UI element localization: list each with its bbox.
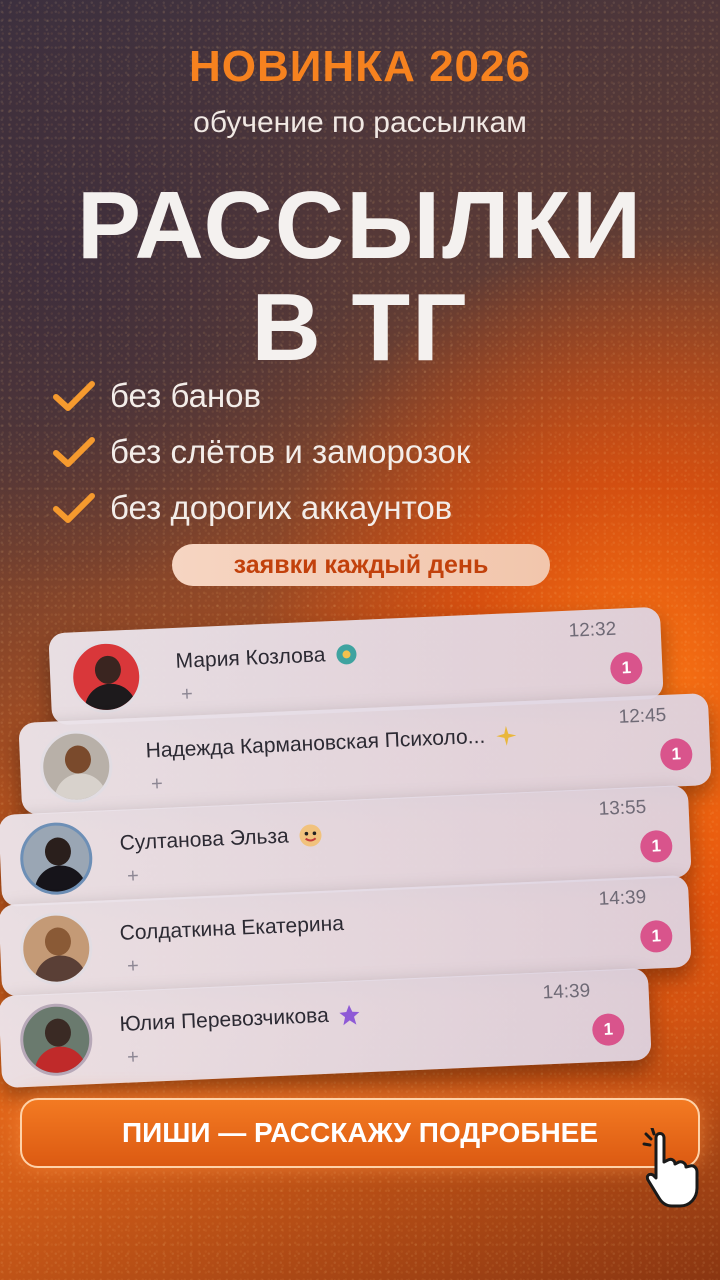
- checkmark-icon: [53, 437, 95, 467]
- unread-badge: 1: [659, 737, 693, 772]
- feature-item: без слётов и заморозок: [52, 424, 470, 480]
- plus-icon: +: [126, 1046, 140, 1069]
- feature-text: без слётов и заморозок: [110, 433, 471, 470]
- unread-badge: 1: [639, 919, 673, 954]
- daily-leads-pill: заявки каждый день: [172, 544, 550, 586]
- chat-name: Надежда Кармановская Психоло...: [145, 724, 486, 763]
- face-emoji-icon: [299, 824, 322, 847]
- avatar: [18, 911, 94, 987]
- avatar: [68, 639, 144, 715]
- chat-name-row: Мария Козлова: [175, 642, 358, 674]
- plus-icon: +: [150, 772, 164, 796]
- flower-emoji-icon: [336, 644, 357, 665]
- feature-item: без банов: [52, 368, 470, 424]
- feature-text: без банов: [110, 377, 262, 414]
- avatar: [18, 821, 94, 897]
- unread-badge: 1: [639, 829, 673, 864]
- plus-icon: +: [180, 683, 194, 706]
- chat-name: Мария Козлова: [175, 643, 326, 673]
- chat-time: 13:55: [598, 796, 647, 820]
- chat-time: 14:39: [598, 886, 647, 910]
- chat-time: 12:32: [568, 618, 617, 642]
- pointing-hand-icon: [642, 1128, 699, 1208]
- unread-badge: 1: [609, 651, 644, 685]
- feature-text: без дорогих аккаунтов: [110, 489, 453, 526]
- chat-name-row: Юлия Перевозчикова: [119, 1002, 361, 1036]
- sparkles-emoji-icon: [495, 726, 516, 747]
- chat-time: 12:45: [618, 704, 667, 728]
- headline-line-1: РАССЫЛКИ: [76, 172, 644, 279]
- chat-time: 14:39: [542, 980, 591, 1004]
- feature-item: без дорогих аккаунтов: [52, 480, 470, 536]
- plus-icon: +: [126, 955, 140, 978]
- headline-line-2: В ТГ: [251, 274, 469, 381]
- plus-icon: +: [126, 865, 140, 888]
- feature-list: без банов без слётов и заморозок без дор…: [52, 368, 470, 536]
- avatar: [18, 1002, 94, 1078]
- chat-name: Султанова Эльза: [119, 824, 290, 855]
- chat-name-row: Султанова Эльза: [119, 823, 323, 856]
- main-headline: РАССЫЛКИ В ТГ: [0, 178, 720, 376]
- unread-badge: 1: [591, 1012, 626, 1047]
- chat-name-row: Надежда Кармановская Психоло...: [145, 723, 517, 763]
- avatar: [38, 729, 114, 805]
- new-2026-heading: НОВИНКА 2026: [189, 42, 531, 91]
- checkmark-icon: [53, 381, 95, 411]
- chat-name: Юлия Перевозчикова: [119, 1003, 330, 1036]
- course-subtitle: обучение по рассылкам: [193, 106, 527, 139]
- chat-name: Солдаткина Екатерина: [119, 912, 345, 945]
- contact-cta-button[interactable]: ПИШИ — РАССКАЖУ ПОДРОБНЕЕ: [20, 1098, 700, 1168]
- star-emoji-icon: [339, 1005, 360, 1026]
- checkmark-icon: [53, 493, 95, 523]
